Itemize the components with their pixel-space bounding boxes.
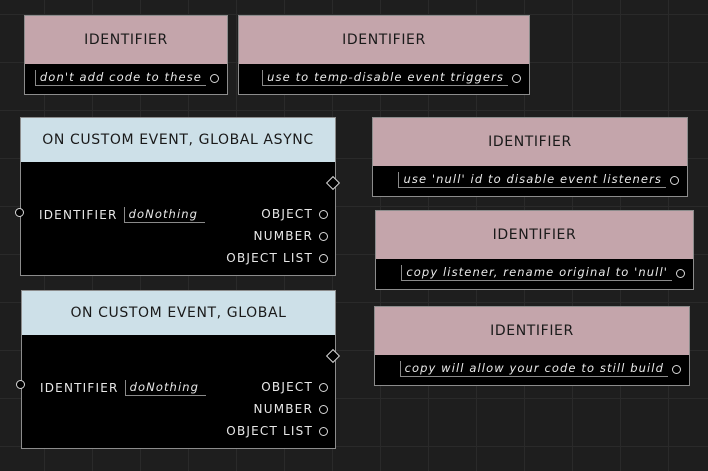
object-output-pin-icon[interactable]	[319, 382, 328, 392]
identifier-input-field[interactable]: doNothing	[123, 207, 205, 223]
identifier-value-field[interactable]: use 'null' id to disable event listeners	[398, 172, 666, 188]
identifier-input-pin-icon[interactable]	[16, 380, 25, 389]
output-label: OBJECT	[261, 380, 313, 394]
identifier-node[interactable]: IDENTIFIER copy will allow your code to …	[374, 306, 690, 386]
identifier-value-field[interactable]: copy listener, rename original to 'null'	[401, 265, 672, 281]
identifier-input-pin-icon[interactable]	[15, 208, 24, 217]
node-header[interactable]: IDENTIFIER	[239, 16, 529, 64]
object-list-output-pin-icon[interactable]	[319, 426, 328, 436]
exec-output-pin-icon[interactable]	[325, 348, 341, 364]
custom-event-node[interactable]: ON CUSTOM EVENT, GLOBAL IDENTIFIER doNot…	[21, 290, 341, 449]
output-label: NUMBER	[253, 402, 313, 416]
output-label: OBJECT LIST	[226, 251, 313, 265]
output-pin-icon[interactable]	[512, 73, 521, 83]
node-header[interactable]: ON CUSTOM EVENT, GLOBAL	[22, 291, 335, 335]
identifier-value-field[interactable]: use to temp-disable event triggers	[262, 70, 508, 86]
node-header[interactable]: ON CUSTOM EVENT, GLOBAL ASYNC	[21, 118, 335, 162]
identifier-value-field[interactable]: don't add code to these	[34, 70, 206, 86]
output-pin-icon[interactable]	[676, 268, 685, 278]
output-label: OBJECT LIST	[226, 424, 313, 438]
output-label: NUMBER	[253, 229, 313, 243]
identifier-node[interactable]: IDENTIFIER copy listener, rename origina…	[375, 210, 694, 290]
identifier-node[interactable]: IDENTIFIER don't add code to these	[24, 15, 228, 95]
input-label: IDENTIFIER	[39, 208, 118, 222]
node-header[interactable]: IDENTIFIER	[25, 16, 227, 64]
node-header[interactable]: IDENTIFIER	[376, 211, 693, 259]
identifier-input-field[interactable]: doNothing	[124, 380, 206, 396]
number-output-pin-icon[interactable]	[319, 231, 328, 241]
output-pin-icon[interactable]	[670, 175, 679, 185]
exec-output-pin-icon[interactable]	[325, 175, 341, 191]
output-pin-icon[interactable]	[672, 364, 681, 374]
node-header[interactable]: IDENTIFIER	[375, 307, 689, 355]
identifier-node[interactable]: IDENTIFIER use to temp-disable event tri…	[238, 15, 530, 95]
node-header[interactable]: IDENTIFIER	[373, 118, 687, 166]
identifier-node[interactable]: IDENTIFIER use 'null' id to disable even…	[372, 117, 688, 197]
output-label: OBJECT	[261, 207, 313, 221]
object-list-output-pin-icon[interactable]	[319, 253, 328, 263]
input-label: IDENTIFIER	[40, 381, 119, 395]
identifier-value-field[interactable]: copy will allow your code to still build	[399, 361, 668, 377]
custom-event-node[interactable]: ON CUSTOM EVENT, GLOBAL ASYNC IDENTIFIER…	[20, 117, 341, 276]
output-pin-icon[interactable]	[210, 73, 219, 83]
number-output-pin-icon[interactable]	[319, 404, 328, 414]
object-output-pin-icon[interactable]	[319, 209, 328, 219]
